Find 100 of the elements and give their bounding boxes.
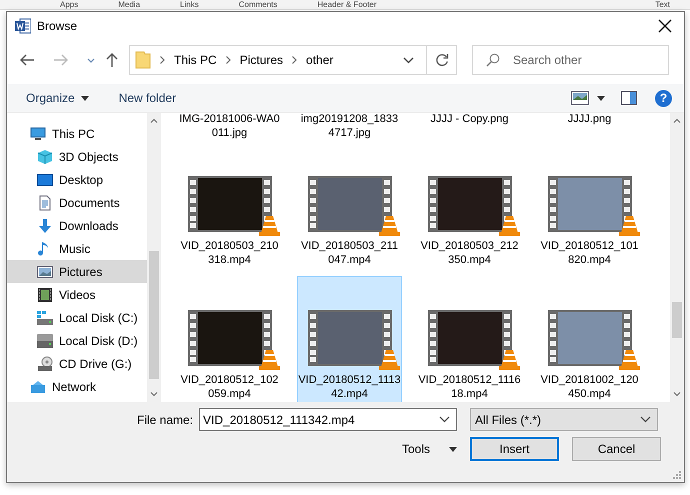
- caret-icon: [80, 96, 89, 100]
- window-title: Browse: [37, 19, 78, 33]
- breadcrumb[interactable]: Pictures: [240, 53, 284, 67]
- file-item[interactable]: VID_20180503_212350.mp4: [417, 142, 522, 273]
- scrollbar[interactable]: [147, 113, 161, 402]
- file-item[interactable]: VID_20180512_111342.mp4: [297, 276, 402, 402]
- new-folder-button[interactable]: New folder: [118, 91, 176, 105]
- nav-item[interactable]: Music: [7, 237, 147, 260]
- file-name-field[interactable]: VID_20180512_111342.mp4: [199, 408, 458, 431]
- desktop-icon: [37, 172, 53, 188]
- scroll-down-icon: [673, 392, 681, 397]
- video-thumbnail-icon: [188, 176, 280, 236]
- ribbon-tab[interactable]: Links: [180, 0, 199, 9]
- refresh-icon[interactable]: [427, 45, 457, 75]
- nav-item[interactable]: Documents: [7, 191, 147, 214]
- back-arrow-icon[interactable]: [19, 53, 35, 67]
- dropdown-chevron-icon: [640, 416, 652, 423]
- disc-drive-icon: [37, 356, 53, 372]
- cube-icon: [37, 148, 53, 164]
- nav-item[interactable]: 3D Objects: [7, 145, 147, 168]
- video-thumbnail-icon: [308, 310, 400, 370]
- file-name: VID_20180512_111342.mp4: [298, 373, 401, 401]
- video-thumbnail-icon: [188, 310, 280, 370]
- drive-icon: [37, 332, 53, 348]
- scroll-up-icon: [150, 118, 158, 123]
- file-item[interactable]: VID_20180512_101820.mp4: [537, 142, 642, 273]
- breadcrumb[interactable]: other: [306, 53, 334, 67]
- file-name: VID_20180512_111618.mp4: [418, 373, 521, 401]
- dropdown-chevron-icon[interactable]: [403, 56, 414, 64]
- view-icon[interactable]: [571, 91, 589, 105]
- video-thumbnail-icon: [428, 310, 520, 370]
- file-type-dropdown[interactable]: All Files (*.*): [470, 408, 658, 431]
- dropdown-chevron-icon[interactable]: [439, 416, 450, 423]
- scroll-up-icon: [673, 118, 681, 123]
- file-item[interactable]: VID_20180503_211047.mp4: [297, 142, 402, 273]
- video-thumbnail-icon: [308, 176, 400, 236]
- preview-pane-icon[interactable]: [621, 91, 637, 105]
- word-app-icon: [15, 18, 31, 34]
- chevron-icon: [292, 56, 298, 64]
- ribbon-tab[interactable]: Text: [655, 0, 670, 9]
- file-name: VID_20180503_210318.mp4: [180, 239, 280, 267]
- scroll-down-icon: [150, 392, 158, 397]
- file-item[interactable]: img20191208_18334717.jpg: [297, 113, 402, 139]
- chevron-icon: [160, 56, 165, 64]
- file-item[interactable]: JJJJ - Copy.png: [417, 113, 522, 139]
- nav-item[interactable]: Network: [7, 375, 147, 398]
- video-thumbnail-icon: [548, 310, 640, 370]
- file-item[interactable]: VID_20180512_102059.mp4: [177, 276, 282, 402]
- ribbon-tab[interactable]: Media: [118, 0, 140, 9]
- file-item[interactable]: JJJJ.png: [537, 113, 642, 139]
- up-arrow-icon[interactable]: [105, 52, 119, 68]
- file-item[interactable]: VID_20180512_111618.mp4: [417, 276, 522, 402]
- chevron-icon: [226, 56, 231, 64]
- search-field[interactable]: Search other: [472, 45, 669, 75]
- drive-icon: [37, 310, 53, 326]
- file-item[interactable]: VID_20181002_120450.mp4: [537, 276, 642, 402]
- ribbon-tab[interactable]: Apps: [60, 0, 78, 9]
- cancel-button[interactable]: Cancel: [572, 437, 662, 461]
- file-name: JJJJ.png: [566, 113, 612, 126]
- network-icon: [30, 378, 46, 394]
- video-thumbnail-icon: [428, 176, 520, 236]
- video-thumbnail-icon: [548, 176, 640, 236]
- tools-menu[interactable]: Tools: [402, 442, 458, 456]
- caret-icon: [449, 446, 458, 452]
- file-name: VID_20180512_102059.mp4: [180, 373, 280, 401]
- help-button[interactable]: ?: [655, 90, 672, 106]
- file-name: VID_20180503_211047.mp4: [300, 239, 400, 267]
- insert-button[interactable]: Insert: [470, 437, 560, 461]
- nav-item[interactable]: CD Drive (G:): [7, 352, 147, 375]
- film-icon: [37, 286, 53, 302]
- breadcrumb[interactable]: This PC: [174, 53, 217, 67]
- file-name: VID_20180503_212350.mp4: [420, 239, 520, 267]
- nav-item[interactable]: Pictures: [7, 260, 147, 283]
- nav-item[interactable]: Videos: [7, 283, 147, 306]
- scrollbar[interactable]: [670, 113, 684, 402]
- file-name: VID_20180512_101820.mp4: [540, 239, 640, 267]
- ribbon-tab[interactable]: Header & Footer: [317, 0, 377, 9]
- ribbon-tab[interactable]: Comments: [238, 0, 278, 9]
- nav-item[interactable]: This PC: [7, 122, 147, 145]
- caret-icon[interactable]: [597, 96, 605, 100]
- scroll-thumb[interactable]: [149, 251, 159, 379]
- nav-item[interactable]: Desktop: [7, 168, 147, 191]
- resize-grip-icon: [673, 471, 681, 479]
- nav-item[interactable]: Local Disk (C:): [7, 306, 147, 329]
- file-item[interactable]: IMG-20181006-WA0011.jpg: [177, 113, 282, 139]
- nav-item[interactable]: Downloads: [7, 214, 147, 237]
- download-arrow-icon: [37, 218, 53, 234]
- computer-icon: [30, 126, 46, 142]
- address-bar[interactable]: This PC Pictures other: [129, 45, 427, 75]
- file-item[interactable]: VID_20180503_210318.mp4: [177, 142, 282, 273]
- file-name: VID_20181002_120450.mp4: [540, 373, 640, 401]
- scroll-thumb[interactable]: [672, 302, 682, 338]
- close-icon[interactable]: [658, 19, 672, 33]
- search-icon: [486, 53, 500, 67]
- picture-icon: [37, 264, 53, 280]
- nav-item[interactable]: Local Disk (D:): [7, 329, 147, 352]
- field-label: File name:: [137, 412, 194, 426]
- organize-menu[interactable]: Organize: [26, 91, 89, 105]
- folder-icon: [135, 51, 151, 69]
- document-icon: [37, 194, 53, 210]
